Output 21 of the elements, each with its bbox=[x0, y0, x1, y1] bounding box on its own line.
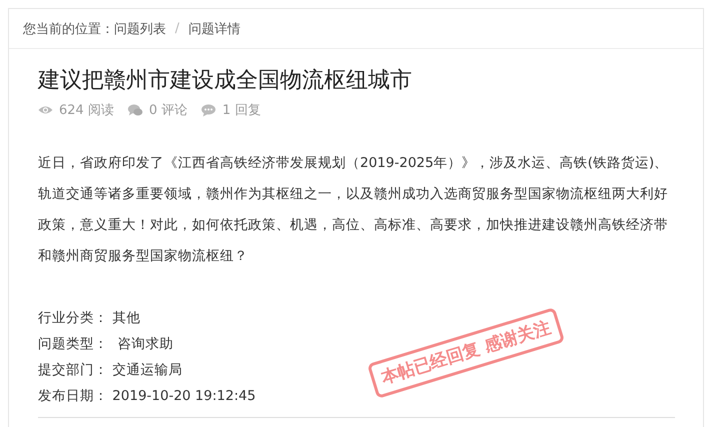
field-label: 问题类型： bbox=[38, 336, 108, 352]
chat-bubbles-icon bbox=[128, 104, 143, 116]
field-value: 咨询求助 bbox=[117, 336, 174, 352]
breadcrumb-separator: / bbox=[175, 21, 180, 36]
post-title: 建议把赣州市建设成全国物流枢纽城市 bbox=[38, 67, 413, 95]
eye-icon bbox=[38, 105, 53, 115]
breadcrumb-link[interactable]: 问题详情 bbox=[188, 20, 240, 38]
stat-text: 624 阅读 bbox=[59, 102, 114, 119]
field-label: 发布日期： bbox=[38, 388, 108, 404]
stat-text: 1 回复 bbox=[222, 102, 261, 119]
field-label: 提交部门： bbox=[38, 362, 108, 378]
replied-stamp: 本帖已经回复 感谢关注 bbox=[367, 307, 565, 399]
post-body: 近日，省政府印发了《江西省高铁经济带发展规划（2019-2025年）》，涉及水运、高铁(铁路货运)、轨道交通等诸多重要领域，赣州作为其枢纽之一，以及赣州成功入选商贸服务型国家物流枢纽两大利好政策，意义重大！对此，如何依托政策、机遇，高位、高标准、高要求，加快推进建设赣州高铁经济带和赣州商贸服务型国家物流枢纽？ bbox=[38, 154, 670, 266]
field-value: 交通运输局 bbox=[112, 362, 182, 378]
field-value: 其他 bbox=[112, 310, 140, 326]
breadcrumb-link[interactable]: 问题列表 bbox=[114, 20, 166, 38]
stat-text: 0 评论 bbox=[148, 102, 188, 119]
breadcrumb-label: 您当前的位置： bbox=[23, 20, 114, 38]
field-value: 2019-10-20 19:12:45 bbox=[112, 388, 256, 404]
field-label: 行业分类： bbox=[38, 310, 108, 326]
speech-bubble-icon bbox=[201, 104, 216, 116]
